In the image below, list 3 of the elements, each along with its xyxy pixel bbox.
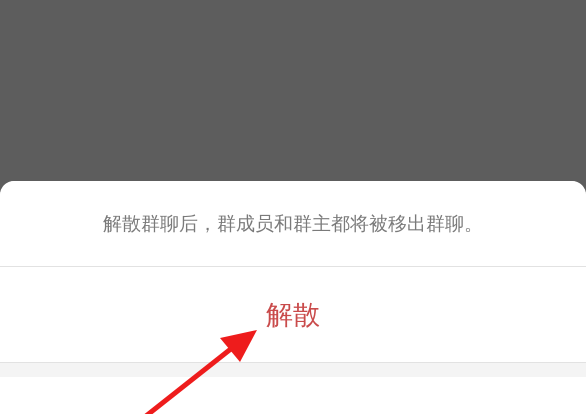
dialog-message: 解散群聊后，群成员和群主都将被移出群聊。 [0, 181, 586, 267]
cancel-row[interactable] [0, 377, 586, 414]
disband-button[interactable]: 解散 [0, 267, 586, 363]
